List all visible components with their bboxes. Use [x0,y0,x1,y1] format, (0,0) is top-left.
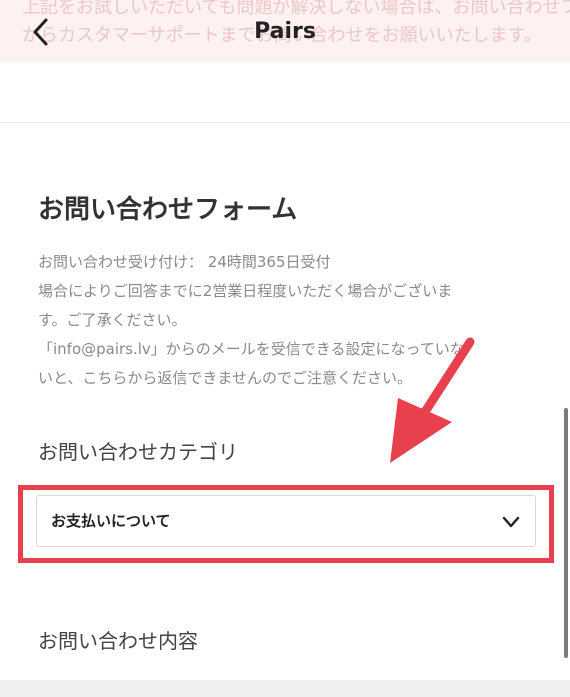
category-select-value: お支払いについて [51,512,171,530]
page-title: Pairs [254,19,316,44]
navigation-bar: Pairs [0,0,570,62]
notice-line: お問い合わせ受け付け： 24時間365日受付 [38,253,331,271]
inquiry-form: お問い合わせフォーム お問い合わせ受け付け： 24時間365日受付 場合によりご… [0,123,570,680]
form-notice: お問い合わせ受け付け： 24時間365日受付 場合によりご回答までに2営業日程度… [38,248,528,393]
chevron-down-icon [502,516,520,528]
notice-line: 場合によりご回答までに2営業日程度いただく場合がございま [38,282,453,300]
scrollbar[interactable] [564,408,568,658]
category-label: お問い合わせカテゴリ [38,440,238,464]
content-label: お問い合わせ内容 [38,629,198,653]
notice-line: いと、こちらから返信できませんのでご注意ください。 [38,369,412,387]
top-spacer [0,62,570,123]
notice-line: す。ご了承ください。 [38,311,187,329]
form-title: お問い合わせフォーム [38,195,298,225]
bottom-area [0,680,570,697]
category-select[interactable]: お支払いについて [36,495,536,547]
notice-line: 「info@pairs.lv」からのメールを受信できる設定になっていな [38,340,465,358]
